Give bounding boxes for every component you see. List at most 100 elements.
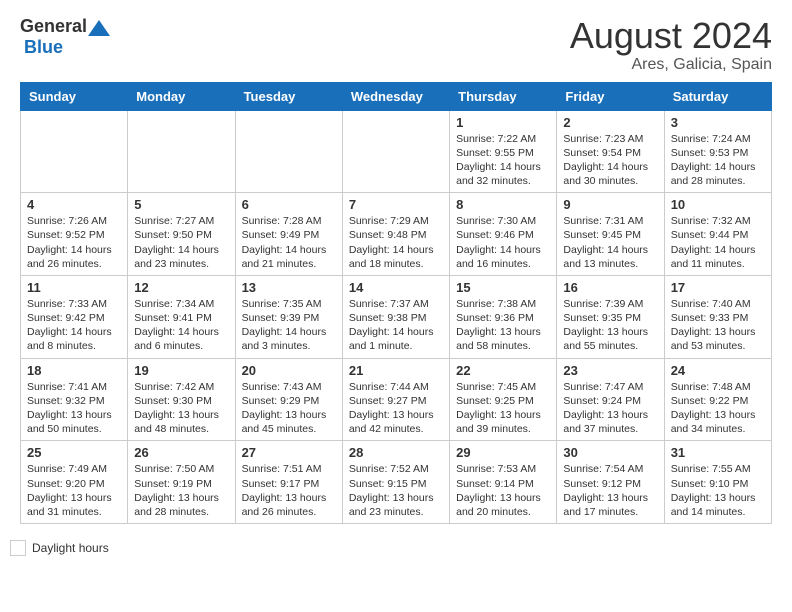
- day-info: Sunrise: 7:47 AM Sunset: 9:24 PM Dayligh…: [563, 380, 657, 437]
- week-row-2: 4 Sunrise: 7:26 AM Sunset: 9:52 PM Daylig…: [21, 193, 772, 276]
- logo-icon: [88, 20, 110, 36]
- calendar-day: 23 Sunrise: 7:47 AM Sunset: 9:24 PM Dayli…: [557, 358, 664, 441]
- day-info: Sunrise: 7:30 AM Sunset: 9:46 PM Dayligh…: [456, 214, 550, 271]
- week-row-1: 1 Sunrise: 7:22 AM Sunset: 9:55 PM Daylig…: [21, 110, 772, 193]
- calendar-day: 9 Sunrise: 7:31 AM Sunset: 9:45 PM Daylig…: [557, 193, 664, 276]
- calendar-day: 22 Sunrise: 7:45 AM Sunset: 9:25 PM Dayli…: [450, 358, 557, 441]
- day-number: 12: [134, 280, 228, 295]
- day-info: Sunrise: 7:55 AM Sunset: 9:10 PM Dayligh…: [671, 462, 765, 519]
- calendar-day: 24 Sunrise: 7:48 AM Sunset: 9:22 PM Dayli…: [664, 358, 771, 441]
- calendar-day: 17Sunrise: 7:40 AM Sunset: 9:33 PM Dayli…: [664, 275, 771, 358]
- day-info: Sunrise: 7:41 AM Sunset: 9:32 PM Dayligh…: [27, 380, 121, 437]
- day-info: Sunrise: 7:29 AM Sunset: 9:48 PM Dayligh…: [349, 214, 443, 271]
- location-subtitle: Ares, Galicia, Spain: [570, 56, 772, 74]
- day-number: 29: [456, 445, 550, 460]
- day-info: Sunrise: 7:43 AM Sunset: 9:29 PM Dayligh…: [242, 380, 336, 437]
- day-info: Sunrise: 7:28 AM Sunset: 9:49 PM Dayligh…: [242, 214, 336, 271]
- day-info: Sunrise: 7:37 AM Sunset: 9:38 PM Dayligh…: [349, 297, 443, 354]
- calendar-day: 5Sunrise: 7:27 AM Sunset: 9:50 PM Daylig…: [128, 193, 235, 276]
- calendar-table: Sunday Monday Tuesday Wednesday Thursday…: [20, 82, 772, 524]
- day-info: Sunrise: 7:22 AM Sunset: 9:55 PM Dayligh…: [456, 132, 550, 189]
- day-number: 4: [27, 197, 121, 212]
- calendar-day: [235, 110, 342, 193]
- day-number: 22: [456, 363, 550, 378]
- col-tuesday: Tuesday: [235, 82, 342, 110]
- day-info: Sunrise: 7:27 AM Sunset: 9:50 PM Dayligh…: [134, 214, 228, 271]
- day-number: 30: [563, 445, 657, 460]
- day-number: 15: [456, 280, 550, 295]
- col-thursday: Thursday: [450, 82, 557, 110]
- calendar-wrapper: Sunday Monday Tuesday Wednesday Thursday…: [0, 82, 792, 534]
- calendar-day: 15Sunrise: 7:38 AM Sunset: 9:36 PM Dayli…: [450, 275, 557, 358]
- day-info: Sunrise: 7:53 AM Sunset: 9:14 PM Dayligh…: [456, 462, 550, 519]
- calendar-day: 14 Sunrise: 7:37 AM Sunset: 9:38 PM Dayli…: [342, 275, 449, 358]
- logo-blue: Blue: [24, 37, 63, 57]
- calendar-day: 25Sunrise: 7:49 AM Sunset: 9:20 PM Dayli…: [21, 441, 128, 524]
- day-number: 3: [671, 115, 765, 130]
- title-block: August 2024 Ares, Galicia, Spain: [570, 16, 772, 74]
- calendar-day: 19Sunrise: 7:42 AM Sunset: 9:30 PM Dayli…: [128, 358, 235, 441]
- legend-label: Daylight hours: [32, 541, 109, 555]
- calendar-day: 12 Sunrise: 7:34 AM Sunset: 9:41 PM Dayli…: [128, 275, 235, 358]
- calendar-day: 18 Sunrise: 7:41 AM Sunset: 9:32 PM Dayli…: [21, 358, 128, 441]
- day-number: 1: [456, 115, 550, 130]
- col-sunday: Sunday: [21, 82, 128, 110]
- calendar-day: 3 Sunrise: 7:24 AM Sunset: 9:53 PM Daylig…: [664, 110, 771, 193]
- calendar-day: 7 Sunrise: 7:29 AM Sunset: 9:48 PM Daylig…: [342, 193, 449, 276]
- day-number: 16: [563, 280, 657, 295]
- day-number: 28: [349, 445, 443, 460]
- day-info: Sunrise: 7:54 AM Sunset: 9:12 PM Dayligh…: [563, 462, 657, 519]
- logo: General Blue: [20, 16, 111, 58]
- day-number: 27: [242, 445, 336, 460]
- calendar-day: 2 Sunrise: 7:23 AM Sunset: 9:54 PM Daylig…: [557, 110, 664, 193]
- day-number: 2: [563, 115, 657, 130]
- week-row-3: 11 Sunrise: 7:33 AM Sunset: 9:42 PM Dayli…: [21, 275, 772, 358]
- day-info: Sunrise: 7:51 AM Sunset: 9:17 PM Dayligh…: [242, 462, 336, 519]
- day-number: 24: [671, 363, 765, 378]
- calendar-day: 26Sunrise: 7:50 AM Sunset: 9:19 PM Dayli…: [128, 441, 235, 524]
- day-number: 8: [456, 197, 550, 212]
- day-info: Sunrise: 7:40 AM Sunset: 9:33 PM Dayligh…: [671, 297, 765, 354]
- col-friday: Friday: [557, 82, 664, 110]
- calendar-day: 20Sunrise: 7:43 AM Sunset: 9:29 PM Dayli…: [235, 358, 342, 441]
- calendar-day: [128, 110, 235, 193]
- day-number: 31: [671, 445, 765, 460]
- day-info: Sunrise: 7:48 AM Sunset: 9:22 PM Dayligh…: [671, 380, 765, 437]
- week-row-5: 25Sunrise: 7:49 AM Sunset: 9:20 PM Dayli…: [21, 441, 772, 524]
- day-info: Sunrise: 7:49 AM Sunset: 9:20 PM Dayligh…: [27, 462, 121, 519]
- calendar-day: 6 Sunrise: 7:28 AM Sunset: 9:49 PM Daylig…: [235, 193, 342, 276]
- day-info: Sunrise: 7:32 AM Sunset: 9:44 PM Dayligh…: [671, 214, 765, 271]
- day-info: Sunrise: 7:31 AM Sunset: 9:45 PM Dayligh…: [563, 214, 657, 271]
- day-number: 11: [27, 280, 121, 295]
- day-number: 23: [563, 363, 657, 378]
- month-year-title: August 2024: [570, 16, 772, 56]
- day-info: Sunrise: 7:23 AM Sunset: 9:54 PM Dayligh…: [563, 132, 657, 189]
- col-wednesday: Wednesday: [342, 82, 449, 110]
- day-info: Sunrise: 7:45 AM Sunset: 9:25 PM Dayligh…: [456, 380, 550, 437]
- week-row-4: 18 Sunrise: 7:41 AM Sunset: 9:32 PM Dayli…: [21, 358, 772, 441]
- calendar-day: 16Sunrise: 7:39 AM Sunset: 9:35 PM Dayli…: [557, 275, 664, 358]
- day-number: 9: [563, 197, 657, 212]
- day-info: Sunrise: 7:26 AM Sunset: 9:52 PM Dayligh…: [27, 214, 121, 271]
- calendar-day: 10 Sunrise: 7:32 AM Sunset: 9:44 PM Dayli…: [664, 193, 771, 276]
- day-info: Sunrise: 7:33 AM Sunset: 9:42 PM Dayligh…: [27, 297, 121, 354]
- calendar-day: 8 Sunrise: 7:30 AM Sunset: 9:46 PM Daylig…: [450, 193, 557, 276]
- legend-box: [10, 540, 26, 556]
- calendar-day: 4 Sunrise: 7:26 AM Sunset: 9:52 PM Daylig…: [21, 193, 128, 276]
- col-monday: Monday: [128, 82, 235, 110]
- day-number: 6: [242, 197, 336, 212]
- calendar-day: [342, 110, 449, 193]
- calendar-day: 29 Sunrise: 7:53 AM Sunset: 9:14 PM Dayli…: [450, 441, 557, 524]
- day-info: Sunrise: 7:44 AM Sunset: 9:27 PM Dayligh…: [349, 380, 443, 437]
- calendar-day: 1 Sunrise: 7:22 AM Sunset: 9:55 PM Daylig…: [450, 110, 557, 193]
- day-info: Sunrise: 7:24 AM Sunset: 9:53 PM Dayligh…: [671, 132, 765, 189]
- day-number: 7: [349, 197, 443, 212]
- calendar-day: 27 Sunrise: 7:51 AM Sunset: 9:17 PM Dayli…: [235, 441, 342, 524]
- day-info: Sunrise: 7:34 AM Sunset: 9:41 PM Dayligh…: [134, 297, 228, 354]
- day-number: 10: [671, 197, 765, 212]
- day-number: 18: [27, 363, 121, 378]
- calendar-day: 11 Sunrise: 7:33 AM Sunset: 9:42 PM Dayli…: [21, 275, 128, 358]
- calendar-day: 21Sunrise: 7:44 AM Sunset: 9:27 PM Dayli…: [342, 358, 449, 441]
- day-number: 14: [349, 280, 443, 295]
- day-info: Sunrise: 7:50 AM Sunset: 9:19 PM Dayligh…: [134, 462, 228, 519]
